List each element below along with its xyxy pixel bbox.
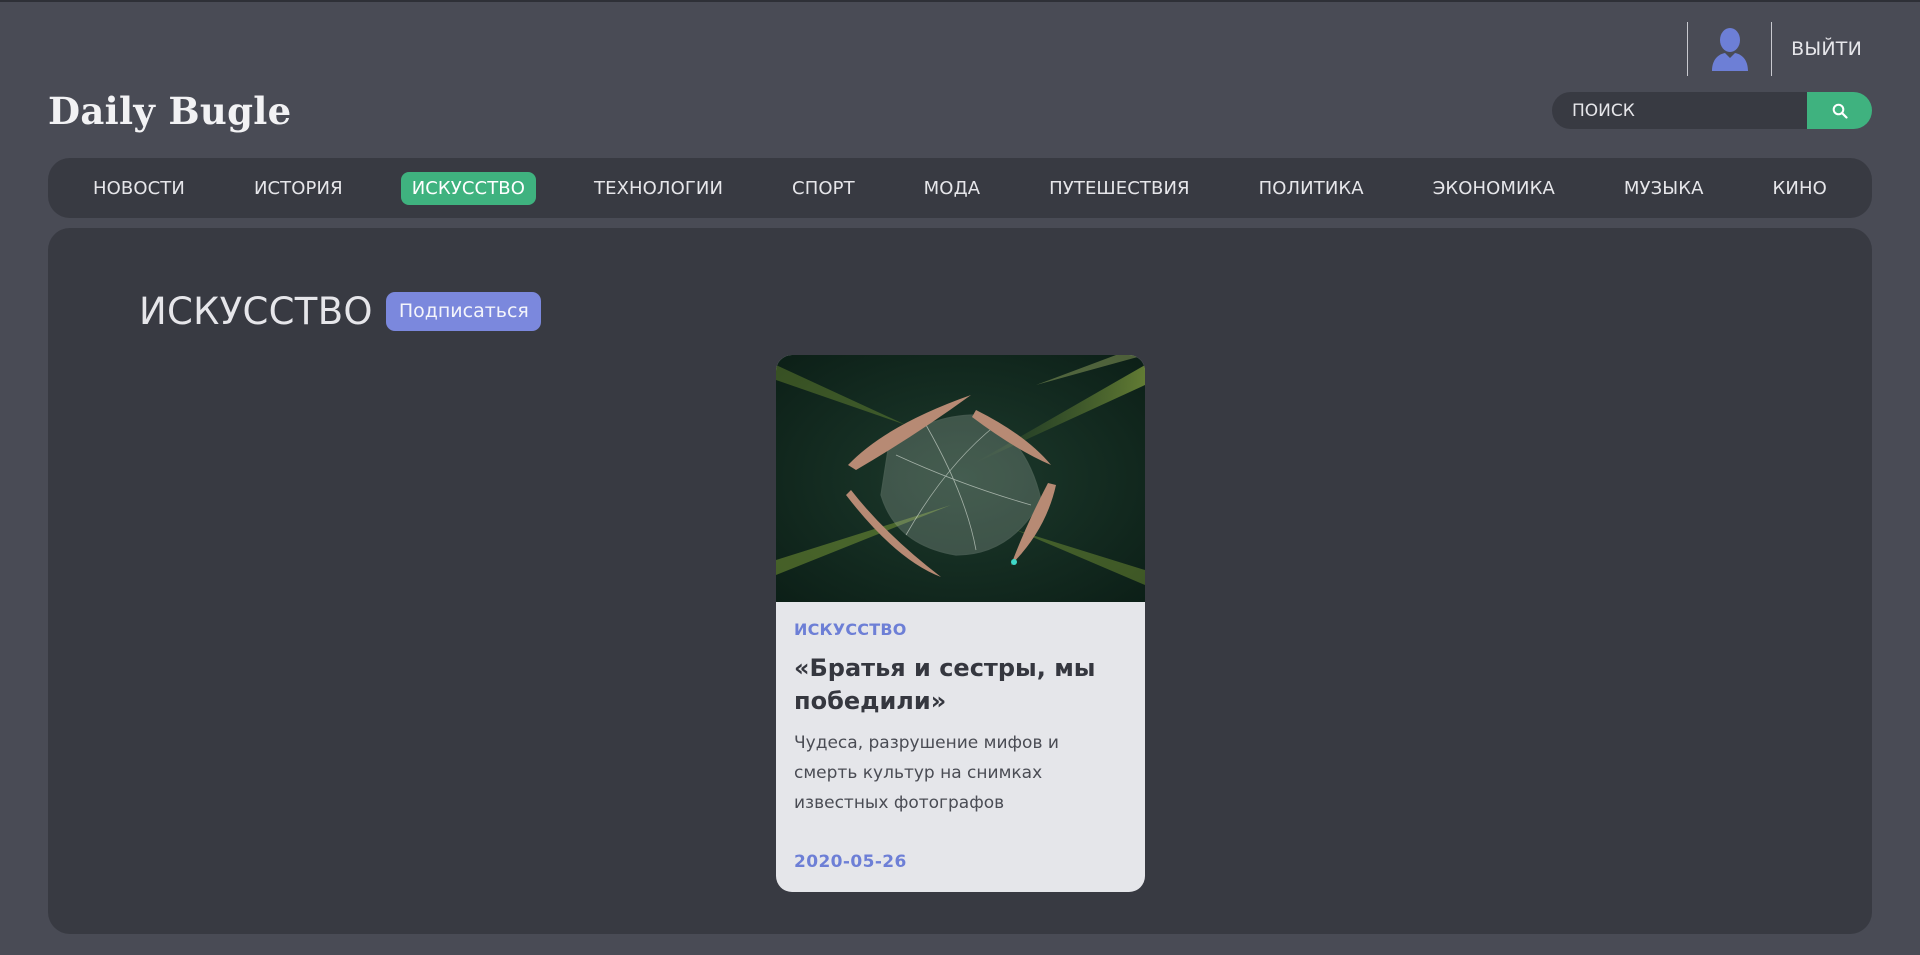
user-area: ВЫЙТИ: [1687, 22, 1880, 76]
search-icon: [1832, 103, 1848, 119]
article-title[interactable]: «Братья и сестры, мы победили»: [794, 652, 1127, 718]
nav-item-news[interactable]: НОВОСТИ: [82, 172, 196, 205]
article-category[interactable]: ИСКУССТВО: [794, 620, 1127, 639]
nav-item-politics[interactable]: ПОЛИТИКА: [1248, 172, 1375, 205]
search-input[interactable]: [1552, 92, 1807, 129]
site-logo[interactable]: Daily Bugle: [48, 89, 292, 133]
article-image: [776, 355, 1145, 602]
logout-button[interactable]: ВЫЙТИ: [1772, 38, 1880, 60]
nav-item-music[interactable]: МУЗЫКА: [1613, 172, 1715, 205]
nav-item-cinema[interactable]: КИНО: [1762, 172, 1838, 205]
nav-item-sport[interactable]: СПОРТ: [781, 172, 866, 205]
top-border: [0, 0, 1920, 2]
category-nav: НОВОСТИ ИСТОРИЯ ИСКУССТВО ТЕХНОЛОГИИ СПО…: [48, 158, 1872, 218]
subscribe-button[interactable]: Подписаться: [385, 292, 541, 331]
nav-item-history[interactable]: ИСТОРИЯ: [243, 172, 354, 205]
main-content: ИСКУССТВО Подписаться ИСКУССТВО «Братья …: [48, 228, 1872, 934]
nav-item-fashion[interactable]: МОДА: [913, 172, 991, 205]
nav-item-economy[interactable]: ЭКОНОМИКА: [1422, 172, 1566, 205]
nav-item-art[interactable]: ИСКУССТВО: [400, 171, 537, 205]
section-header: ИСКУССТВО Подписаться: [139, 290, 541, 333]
article-description: Чудеса, разрушение мифов и смерть культу…: [794, 733, 1059, 813]
nav-item-travel[interactable]: ПУТЕШЕСТВИЯ: [1038, 172, 1200, 205]
article-body: ИСКУССТВО «Братья и сестры, мы победили»…: [776, 602, 1145, 892]
article-date: 2020-05-26: [794, 852, 907, 872]
search-bar: [1552, 92, 1872, 129]
section-title: ИСКУССТВО: [139, 290, 373, 333]
article-card[interactable]: ИСКУССТВО «Братья и сестры, мы победили»…: [776, 355, 1145, 892]
user-avatar-icon[interactable]: [1688, 22, 1771, 76]
nav-item-technology[interactable]: ТЕХНОЛОГИИ: [583, 172, 734, 205]
search-button[interactable]: [1807, 92, 1872, 129]
